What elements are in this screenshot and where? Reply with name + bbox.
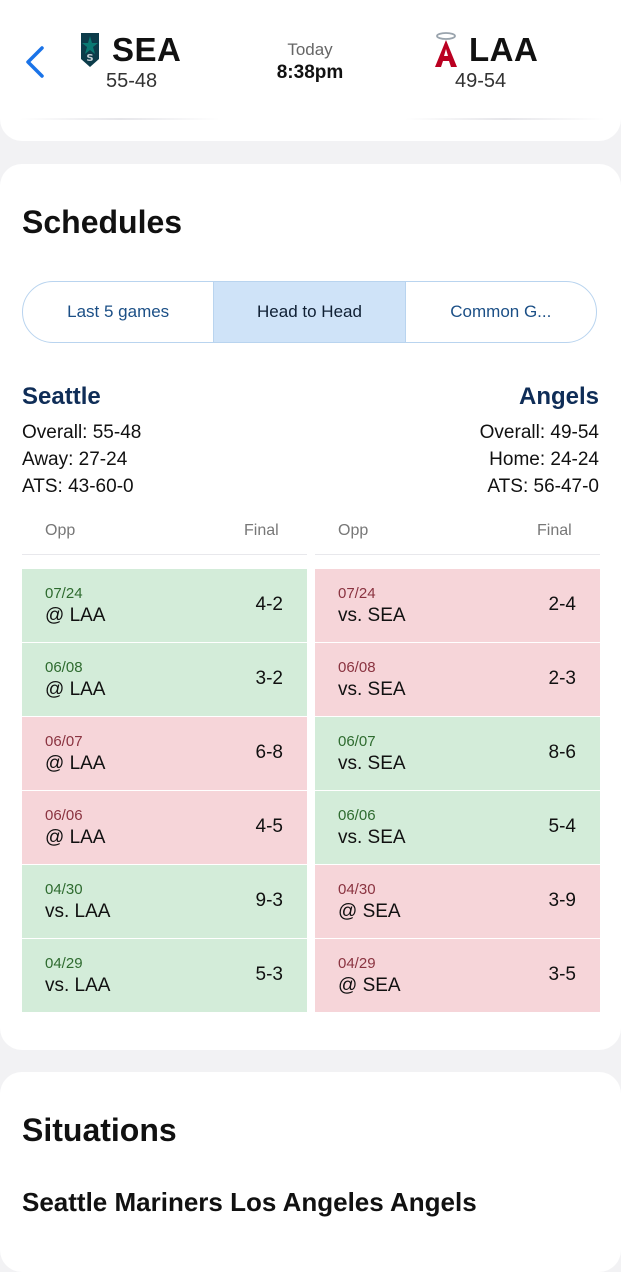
- game-opponent: @ LAA: [45, 827, 106, 848]
- game-opponent: vs. LAA: [45, 901, 111, 922]
- game-final-score: 2-3: [548, 668, 576, 689]
- game-date: 07/24: [338, 585, 376, 602]
- left-ats: ATS: 43-60-0: [22, 476, 134, 497]
- game-row[interactable]: 04/29 @ SEA 3-5: [315, 939, 600, 1012]
- situations-title: Situations: [22, 1112, 177, 1148]
- game-final-score: 5-3: [255, 964, 283, 985]
- game-date: 06/06: [338, 807, 376, 824]
- right-team-name: Angels: [518, 383, 599, 410]
- game-final-score: 4-2: [255, 594, 283, 615]
- divider: [22, 554, 307, 555]
- game-row[interactable]: 04/29 vs. LAA 5-3: [22, 939, 307, 1012]
- game-final-score: 8-6: [548, 742, 576, 763]
- right-ats: ATS: 56-47-0: [487, 476, 599, 497]
- game-date: 06/08: [45, 659, 83, 676]
- right-split: Home: 24-24: [489, 449, 599, 470]
- game-date: 04/30: [338, 881, 376, 898]
- away-team-abbr: SEA: [112, 31, 182, 68]
- game-opponent: vs. SEA: [338, 827, 406, 848]
- game-final-score: 5-4: [548, 816, 576, 837]
- game-row[interactable]: 07/24 @ LAA 4-2: [22, 569, 307, 642]
- home-team[interactable]: LAA 49-54: [405, 30, 605, 100]
- game-opponent: vs. LAA: [45, 975, 111, 996]
- mariners-logo-icon: S: [81, 33, 99, 67]
- game-final-score: 3-5: [548, 964, 576, 985]
- right-team-stats: Overall: 49-54 Home: 24-24 ATS: 56-47-0: [480, 419, 599, 500]
- left-col-final: Final: [244, 522, 279, 539]
- game-opponent: @ SEA: [338, 975, 401, 996]
- game-final-score: 4-5: [255, 816, 283, 837]
- right-games-list: 07/24 vs. SEA 2-4 06/08 vs. SEA 2-3 06/07 vs. S…: [315, 569, 600, 1013]
- game-row[interactable]: 06/07 @ LAA 6-8: [22, 717, 307, 790]
- game-opponent: @ LAA: [45, 605, 106, 626]
- svg-text:S: S: [86, 53, 93, 64]
- schedules-title: Schedules: [22, 204, 183, 240]
- game-start-time: 8:38pm: [276, 62, 344, 83]
- game-date: 04/29: [45, 955, 83, 972]
- tab-head-to-head[interactable]: Head to Head: [213, 282, 405, 342]
- right-overall: Overall: 49-54: [479, 422, 599, 443]
- game-opponent: @ SEA: [338, 901, 401, 922]
- game-date: 04/29: [338, 955, 376, 972]
- divider: [315, 554, 600, 555]
- game-opponent: vs. SEA: [338, 753, 406, 774]
- game-row[interactable]: 04/30 vs. LAA 9-3: [22, 865, 307, 938]
- game-date: 06/08: [338, 659, 376, 676]
- game-final-score: 2-4: [548, 594, 576, 615]
- game-final-score: 9-3: [255, 890, 283, 911]
- game-row[interactable]: 04/30 @ SEA 3-9: [315, 865, 600, 938]
- game-date: 06/06: [45, 807, 83, 824]
- back-chevron-icon[interactable]: [20, 42, 54, 82]
- divider: [20, 118, 220, 120]
- left-team-name: Seattle: [22, 383, 101, 410]
- game-date: 06/07: [338, 733, 376, 750]
- home-team-record: 49-54: [455, 70, 507, 92]
- angels-logo-icon: [435, 32, 457, 67]
- game-opponent: @ LAA: [45, 679, 106, 700]
- situations-card: Situations Seattle Mariners Los Angeles …: [0, 1072, 621, 1272]
- left-games-list: 07/24 @ LAA 4-2 06/08 @ LAA 3-2 06/07 @ LAA 6-8 0…: [22, 569, 307, 1013]
- game-final-score: 3-2: [255, 668, 283, 689]
- game-date: 06/07: [45, 733, 83, 750]
- situations-teams-label: Seattle Mariners Los Angeles Angels: [22, 1187, 477, 1217]
- game-opponent: vs. SEA: [338, 605, 406, 626]
- game-opponent: vs. SEA: [338, 679, 406, 700]
- left-split: Away: 27-24: [22, 449, 128, 470]
- right-col-final: Final: [537, 522, 572, 539]
- left-col-opp: Opp: [45, 522, 76, 539]
- game-day: Today: [287, 40, 333, 59]
- game-row[interactable]: 07/24 vs. SEA 2-4: [315, 569, 600, 642]
- left-team-stats: Overall: 55-48 Away: 27-24 ATS: 43-60-0: [22, 419, 141, 500]
- game-final-score: 3-9: [548, 890, 576, 911]
- divider: [405, 118, 605, 120]
- home-team-abbr: LAA: [469, 31, 539, 68]
- game-row[interactable]: 06/06 @ LAA 4-5: [22, 791, 307, 864]
- game-row[interactable]: 06/07 vs. SEA 8-6: [315, 717, 600, 790]
- game-date: 04/30: [45, 881, 83, 898]
- game-row[interactable]: 06/08 @ LAA 3-2: [22, 643, 307, 716]
- game-date: 07/24: [45, 585, 83, 602]
- schedules-card: Schedules Last 5 games Head to Head Comm…: [0, 164, 621, 1050]
- schedule-tabs: Last 5 games Head to Head Common G...: [22, 281, 597, 343]
- tab-common-games[interactable]: Common G...: [404, 282, 596, 342]
- game-time: Today 8:38pm: [240, 40, 380, 84]
- game-row[interactable]: 06/06 vs. SEA 5-4: [315, 791, 600, 864]
- right-col-opp: Opp: [338, 522, 369, 539]
- game-row[interactable]: 06/08 vs. SEA 2-3: [315, 643, 600, 716]
- tab-last-5-games[interactable]: Last 5 games: [23, 282, 213, 342]
- game-header: S SEA 55-48 Today 8:38pm LAA 49-54: [0, 0, 621, 141]
- game-final-score: 6-8: [255, 742, 283, 763]
- game-opponent: @ LAA: [45, 753, 106, 774]
- left-overall: Overall: 55-48: [22, 422, 142, 443]
